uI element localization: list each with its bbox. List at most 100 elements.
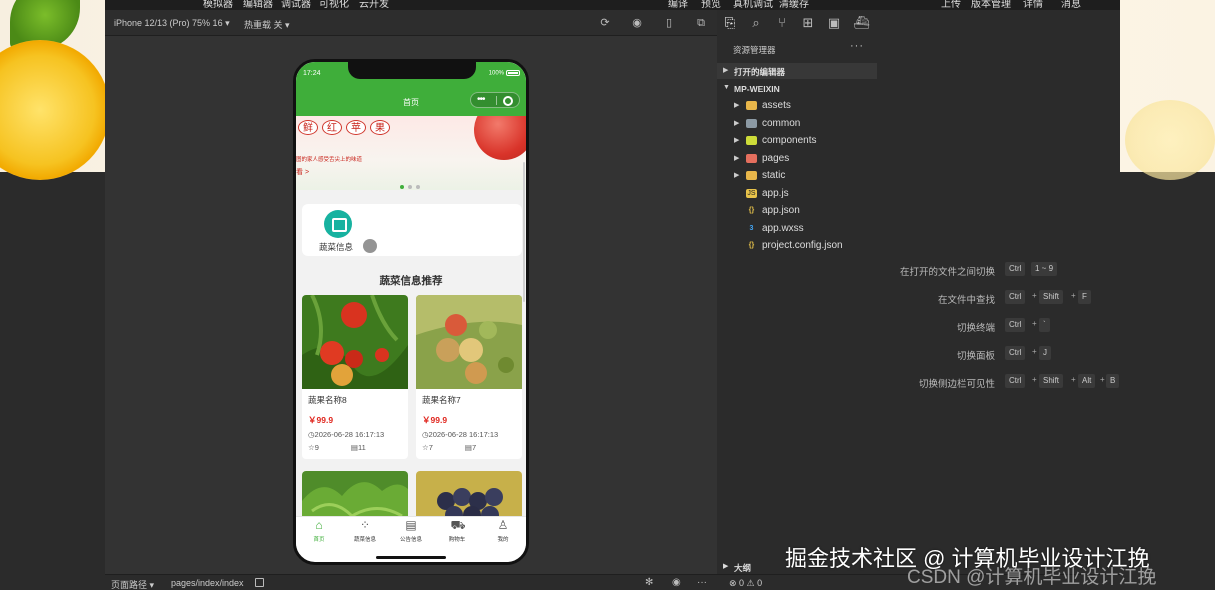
comment-count-value: 7: [472, 443, 477, 452]
product-card[interactable]: [302, 471, 408, 516]
hot-reload-toggle[interactable]: 热重载 关 ▾: [244, 18, 290, 31]
tree-item-assets[interactable]: ▶ assets: [717, 98, 917, 115]
bug-icon[interactable]: ✻: [645, 577, 653, 588]
menu-cloud[interactable]: 云开发: [359, 0, 389, 10]
chevron-right-icon: ▶: [734, 120, 740, 127]
like-count-value: 7: [428, 443, 433, 452]
tab-mine[interactable]: ♙ 我的: [480, 519, 526, 544]
shortcut-toggle-sidebar: 切换侧边栏可见性 Ctrl + Shift + Alt + B: [805, 374, 1120, 390]
menu-simulator[interactable]: 模拟器: [203, 0, 233, 10]
plus-sign: +: [1032, 291, 1037, 300]
source-control-icon[interactable]: ⑂: [775, 16, 789, 30]
menu-details[interactable]: 详情: [1023, 0, 1043, 10]
folder-icon: [746, 154, 757, 163]
wallet-icon[interactable]: [324, 210, 352, 238]
project-section[interactable]: ▼ MP-WEIXIN: [717, 81, 877, 97]
product-stats: ☆7 ▤7: [422, 443, 508, 452]
devtools-window: 模拟器 编辑器 调试器 可视化 云开发 编译 预览 真机调试 清缓存 上传 版本…: [105, 0, 1120, 590]
tree-item-app-wxss[interactable]: 3 app.wxss: [717, 221, 917, 238]
battery-text: 100%: [488, 70, 504, 77]
menu-remote-debug[interactable]: 真机调试: [733, 0, 773, 10]
banner-char: 红: [322, 120, 342, 135]
like-count-value: 9: [314, 443, 319, 452]
shortcut-label: 在文件中查找: [937, 295, 995, 306]
tree-item-static[interactable]: ▶ static: [717, 168, 917, 185]
banner-char: 鲜: [298, 120, 318, 135]
tree-item-components[interactable]: ▶ components: [717, 133, 917, 150]
product-time: ◷2026-06-28 16:17:13: [308, 430, 385, 439]
status-time: 17:24: [303, 70, 321, 77]
menu-compile[interactable]: 编译: [668, 0, 688, 10]
menu-editor[interactable]: 编辑器: [243, 0, 273, 10]
simulator-area: 17:24 100% 首页 ••• 鲜红苹果 图的家人感受舌尖上的味道 看 >: [105, 36, 717, 574]
open-editors-section[interactable]: ▶ 打开的编辑器: [717, 63, 877, 79]
eye-icon[interactable]: ◉: [672, 577, 681, 588]
tab-label: 公告信息: [399, 537, 422, 543]
problems-count[interactable]: ⊗ 0 ⚠ 0: [729, 578, 762, 589]
more-actions-icon[interactable]: ···: [850, 40, 864, 52]
menu-debugger[interactable]: 调试器: [281, 0, 311, 10]
tree-item-project-config[interactable]: {} project.config.json: [717, 238, 917, 255]
tree-item-app-js[interactable]: JS app.js: [717, 186, 917, 203]
chevron-right-icon: ▶: [734, 102, 740, 109]
banner-link[interactable]: 看 >: [296, 167, 309, 177]
tab-label: 蔬菜信息: [353, 537, 376, 543]
key: Shift: [1039, 290, 1064, 304]
docker-icon[interactable]: ⛴: [853, 16, 870, 30]
files-icon[interactable]: ⎘: [723, 16, 737, 30]
more-icon[interactable]: •••: [477, 95, 485, 105]
product-time: ◷2026-06-28 16:17:13: [422, 430, 499, 439]
section-label: 打开的编辑器: [734, 67, 786, 77]
tree-item-label: project.config.json: [762, 240, 843, 251]
tree-item-common[interactable]: ▶ common: [717, 116, 917, 133]
layout-icon[interactable]: ▣: [827, 16, 841, 30]
phone-icon[interactable]: ▯: [663, 17, 675, 29]
search-icon[interactable]: ⌕: [749, 16, 763, 30]
tab-home[interactable]: ⌂ 首页: [296, 519, 342, 544]
tab-bar: ⌂ 首页 ⁘ 蔬菜信息 ▤ 公告信息 ⛟ 购物车 ♙ 我的: [296, 516, 526, 546]
product-card[interactable]: 蔬果名称7 ￥99.9 ◷2026-06-28 16:17:13 ☆7 ▤7: [416, 295, 522, 459]
key: J: [1039, 346, 1051, 360]
stop-icon[interactable]: ◉: [631, 17, 643, 29]
tomato-image: [302, 295, 408, 389]
section-label: 大纲: [734, 563, 752, 573]
greens-image: [302, 471, 408, 516]
grid-icon: ⁘: [359, 518, 371, 532]
banner-headline: 鲜红苹果: [298, 120, 394, 135]
key: 1 ~ 9: [1031, 262, 1058, 276]
tab-vegetables[interactable]: ⁘ 蔬菜信息: [342, 518, 388, 544]
tree-item-label: common: [762, 118, 801, 129]
plus-sign: +: [1032, 319, 1037, 328]
explorer-title: 资源管理器: [733, 45, 776, 55]
tab-notices[interactable]: ▤ 公告信息: [388, 519, 434, 544]
tree-item-app-json[interactable]: {} app.json: [717, 203, 917, 220]
refresh-icon[interactable]: ⟳: [599, 17, 611, 29]
key: F: [1078, 290, 1091, 304]
chevron-right-icon: ▶: [734, 172, 740, 179]
more-icon[interactable]: ···: [697, 577, 707, 588]
product-card[interactable]: 蔬果名称8 ￥99.9 ◷2026-06-28 16:17:13 ☆9 ▤11: [302, 295, 408, 459]
shortcut-switch-files: 在打开的文件之间切换 Ctrl 1 ~ 9: [805, 262, 1105, 278]
menu-messages[interactable]: 消息: [1061, 0, 1081, 10]
lemon-decoration: [0, 40, 110, 180]
window-icon[interactable]: ⧉: [695, 17, 707, 29]
menu-clear-cache[interactable]: 清缓存: [779, 0, 809, 10]
like-count: ☆9: [308, 443, 319, 452]
tree-item-pages[interactable]: ▶ pages: [717, 151, 917, 168]
menu-version[interactable]: 版本管理: [971, 0, 1011, 10]
close-miniprogram-icon[interactable]: [503, 96, 513, 106]
page-path-dropdown[interactable]: 页面路径 ▾: [111, 578, 154, 590]
copy-icon[interactable]: [255, 578, 264, 587]
product-stats: ☆9 ▤11: [308, 443, 398, 452]
tab-cart[interactable]: ⛟ 购物车: [434, 519, 480, 544]
banner-swiper[interactable]: 鲜红苹果 图的家人感受舌尖上的味道 看 >: [296, 116, 526, 190]
comment-count-value: 11: [358, 443, 366, 452]
menu-upload[interactable]: 上传: [941, 0, 961, 10]
menu-preview[interactable]: 预览: [701, 0, 721, 10]
extensions-icon[interactable]: ⊞: [801, 16, 815, 30]
product-card[interactable]: [416, 471, 522, 516]
category-label[interactable]: 蔬菜信息: [319, 241, 353, 253]
device-select[interactable]: iPhone 12/13 (Pro) 75% 16 ▾: [114, 18, 230, 29]
tree-item-label: app.json: [762, 205, 800, 216]
menu-visual[interactable]: 可视化: [319, 0, 349, 10]
